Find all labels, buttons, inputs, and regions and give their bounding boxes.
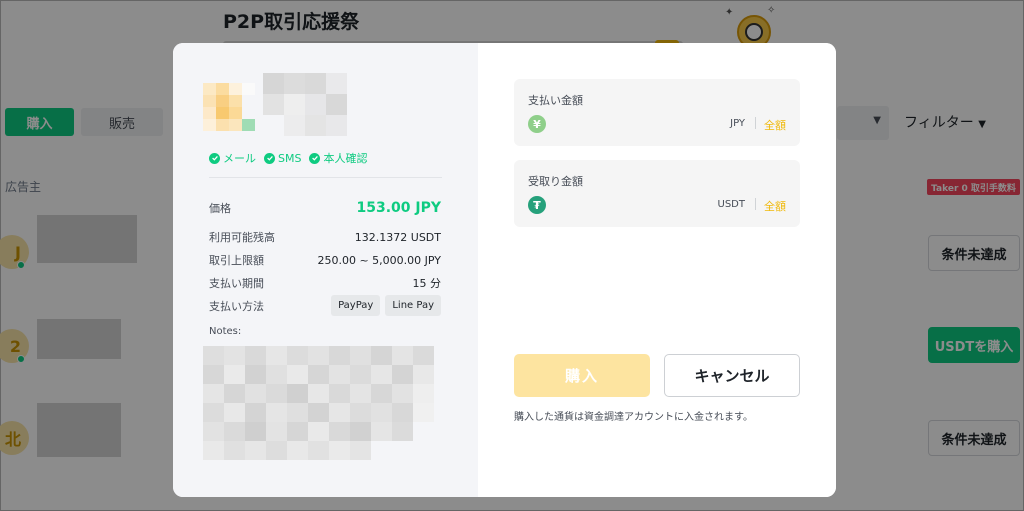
- pay-amount-field[interactable]: 支払い金額 ¥ JPY 全額: [514, 79, 800, 146]
- deposit-footnote: 購入した通貨は資金調達アカウントに入金されます。: [514, 412, 753, 423]
- available-label: 利用可能残高: [209, 231, 275, 244]
- check-icon: [209, 152, 220, 164]
- verification-sms: SMS: [264, 150, 301, 166]
- cancel-button[interactable]: キャンセル: [664, 354, 800, 397]
- advertiser-avatar: [203, 83, 255, 131]
- limit-row: 取引上限額 250.00 ~ 5,000.00 JPY: [209, 252, 441, 268]
- pay-all-button[interactable]: 全額: [764, 117, 786, 133]
- payment-period-row: 支払い期間 15 分: [209, 275, 441, 291]
- payment-method-label: 支払い方法: [209, 299, 264, 313]
- advertiser-name-blurred: [263, 73, 368, 136]
- available-value: 132.1372 USDT: [354, 230, 441, 244]
- buy-order-modal: メール SMS 本人確認 価格 153.00 JPY 利用可能残高 132.13…: [173, 43, 836, 497]
- limit-label: 取引上限額: [209, 254, 264, 267]
- payment-method-tags: PayPay Line Pay: [331, 295, 441, 316]
- ad-details-panel: メール SMS 本人確認 価格 153.00 JPY 利用可能残高 132.13…: [173, 43, 478, 497]
- separator: [755, 198, 756, 210]
- price-value: 153.00 JPY: [356, 200, 441, 216]
- verification-kyc: 本人確認: [309, 150, 367, 166]
- receive-currency: USDT: [717, 199, 745, 210]
- notes-label: Notes:: [209, 326, 242, 337]
- pay-amount-label: 支払い金額: [528, 94, 583, 107]
- receive-all-button[interactable]: 全額: [764, 198, 786, 214]
- price-label: 価格: [209, 202, 231, 215]
- pay-currency: JPY: [730, 118, 745, 129]
- limit-value: 250.00 ~ 5,000.00 JPY: [317, 253, 441, 267]
- price-row: 価格 153.00 JPY: [209, 200, 441, 216]
- notes-text-blurred: [203, 346, 434, 460]
- payment-period-value: 15 分: [412, 277, 442, 290]
- payment-period-label: 支払い期間: [209, 277, 264, 290]
- order-form-panel: 支払い金額 ¥ JPY 全額 受取り金額 ₮ USDT 全額 購入 キャンセル …: [478, 43, 836, 497]
- buy-button[interactable]: 購入: [514, 354, 650, 397]
- yen-coin-icon: ¥: [528, 115, 546, 133]
- separator: [755, 117, 756, 129]
- check-icon: [264, 152, 275, 164]
- payment-method-row: 支払い方法 PayPay Line Pay: [209, 295, 441, 316]
- payment-tag-paypay: PayPay: [331, 295, 381, 316]
- verification-badges: メール SMS 本人確認: [209, 150, 367, 166]
- divider: [209, 177, 442, 178]
- check-icon: [309, 152, 321, 164]
- payment-tag-linepay: Line Pay: [385, 295, 441, 316]
- receive-amount-label: 受取り金額: [528, 175, 583, 188]
- verification-email: メール: [209, 150, 256, 166]
- available-row: 利用可能残高 132.1372 USDT: [209, 229, 441, 245]
- receive-amount-field[interactable]: 受取り金額 ₮ USDT 全額: [514, 160, 800, 227]
- tether-coin-icon: ₮: [528, 196, 546, 214]
